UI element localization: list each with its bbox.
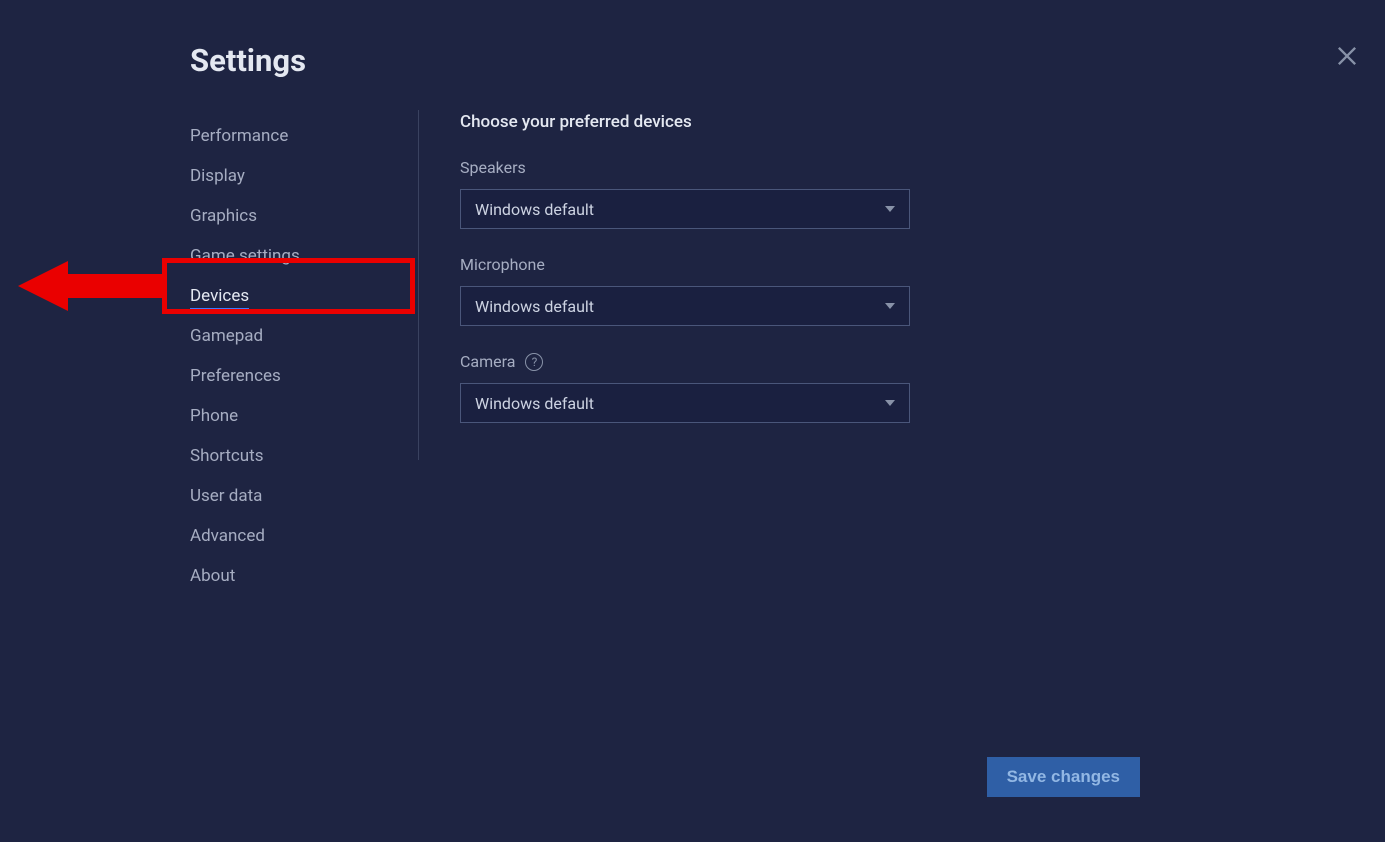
field-camera: Camera ? Windows default	[460, 352, 960, 423]
sidebar-item-label: Game settings	[190, 246, 300, 266]
sidebar-item-label: About	[190, 566, 235, 586]
field-speakers: Speakers Windows default	[460, 158, 960, 229]
sidebar-item-preferences[interactable]: Preferences	[190, 358, 415, 394]
chevron-down-icon	[885, 206, 895, 212]
field-microphone: Microphone Windows default	[460, 255, 960, 326]
close-icon	[1333, 55, 1361, 74]
sidebar-item-label: Shortcuts	[190, 446, 264, 466]
sidebar-item-label: User data	[190, 486, 262, 506]
sidebar-item-shortcuts[interactable]: Shortcuts	[190, 438, 415, 474]
sidebar-item-phone[interactable]: Phone	[190, 398, 415, 434]
camera-select[interactable]: Windows default	[460, 383, 910, 423]
microphone-value: Windows default	[475, 297, 594, 316]
sidebar: Performance Display Graphics Game settin…	[190, 118, 415, 598]
sidebar-item-about[interactable]: About	[190, 558, 415, 594]
sidebar-divider	[418, 110, 419, 460]
close-button[interactable]	[1333, 42, 1361, 70]
sidebar-item-devices[interactable]: Devices	[190, 278, 415, 314]
sidebar-item-advanced[interactable]: Advanced	[190, 518, 415, 554]
sidebar-item-performance[interactable]: Performance	[190, 118, 415, 154]
camera-value: Windows default	[475, 394, 594, 413]
annotation-arrow-icon	[18, 256, 168, 316]
sidebar-item-label: Advanced	[190, 526, 265, 546]
page-title: Settings	[190, 42, 306, 79]
sidebar-item-display[interactable]: Display	[190, 158, 415, 194]
camera-label: Camera	[460, 352, 515, 371]
sidebar-item-graphics[interactable]: Graphics	[190, 198, 415, 234]
sidebar-item-label: Performance	[190, 126, 288, 146]
chevron-down-icon	[885, 303, 895, 309]
save-button[interactable]: Save changes	[987, 757, 1140, 797]
microphone-select[interactable]: Windows default	[460, 286, 910, 326]
sidebar-item-game-settings[interactable]: Game settings	[190, 238, 415, 274]
help-icon[interactable]: ?	[525, 353, 543, 371]
sidebar-item-gamepad[interactable]: Gamepad	[190, 318, 415, 354]
chevron-down-icon	[885, 400, 895, 406]
sidebar-item-label: Display	[190, 166, 245, 186]
speakers-select[interactable]: Windows default	[460, 189, 910, 229]
sidebar-item-label: Devices	[190, 286, 249, 310]
speakers-label: Speakers	[460, 158, 960, 177]
sidebar-item-label: Preferences	[190, 366, 281, 386]
main-panel: Choose your preferred devices Speakers W…	[460, 112, 960, 449]
sidebar-item-user-data[interactable]: User data	[190, 478, 415, 514]
section-title: Choose your preferred devices	[460, 112, 960, 132]
sidebar-item-label: Phone	[190, 406, 238, 426]
sidebar-item-label: Gamepad	[190, 326, 263, 346]
sidebar-item-label: Graphics	[190, 206, 257, 226]
microphone-label: Microphone	[460, 255, 960, 274]
speakers-value: Windows default	[475, 200, 594, 219]
